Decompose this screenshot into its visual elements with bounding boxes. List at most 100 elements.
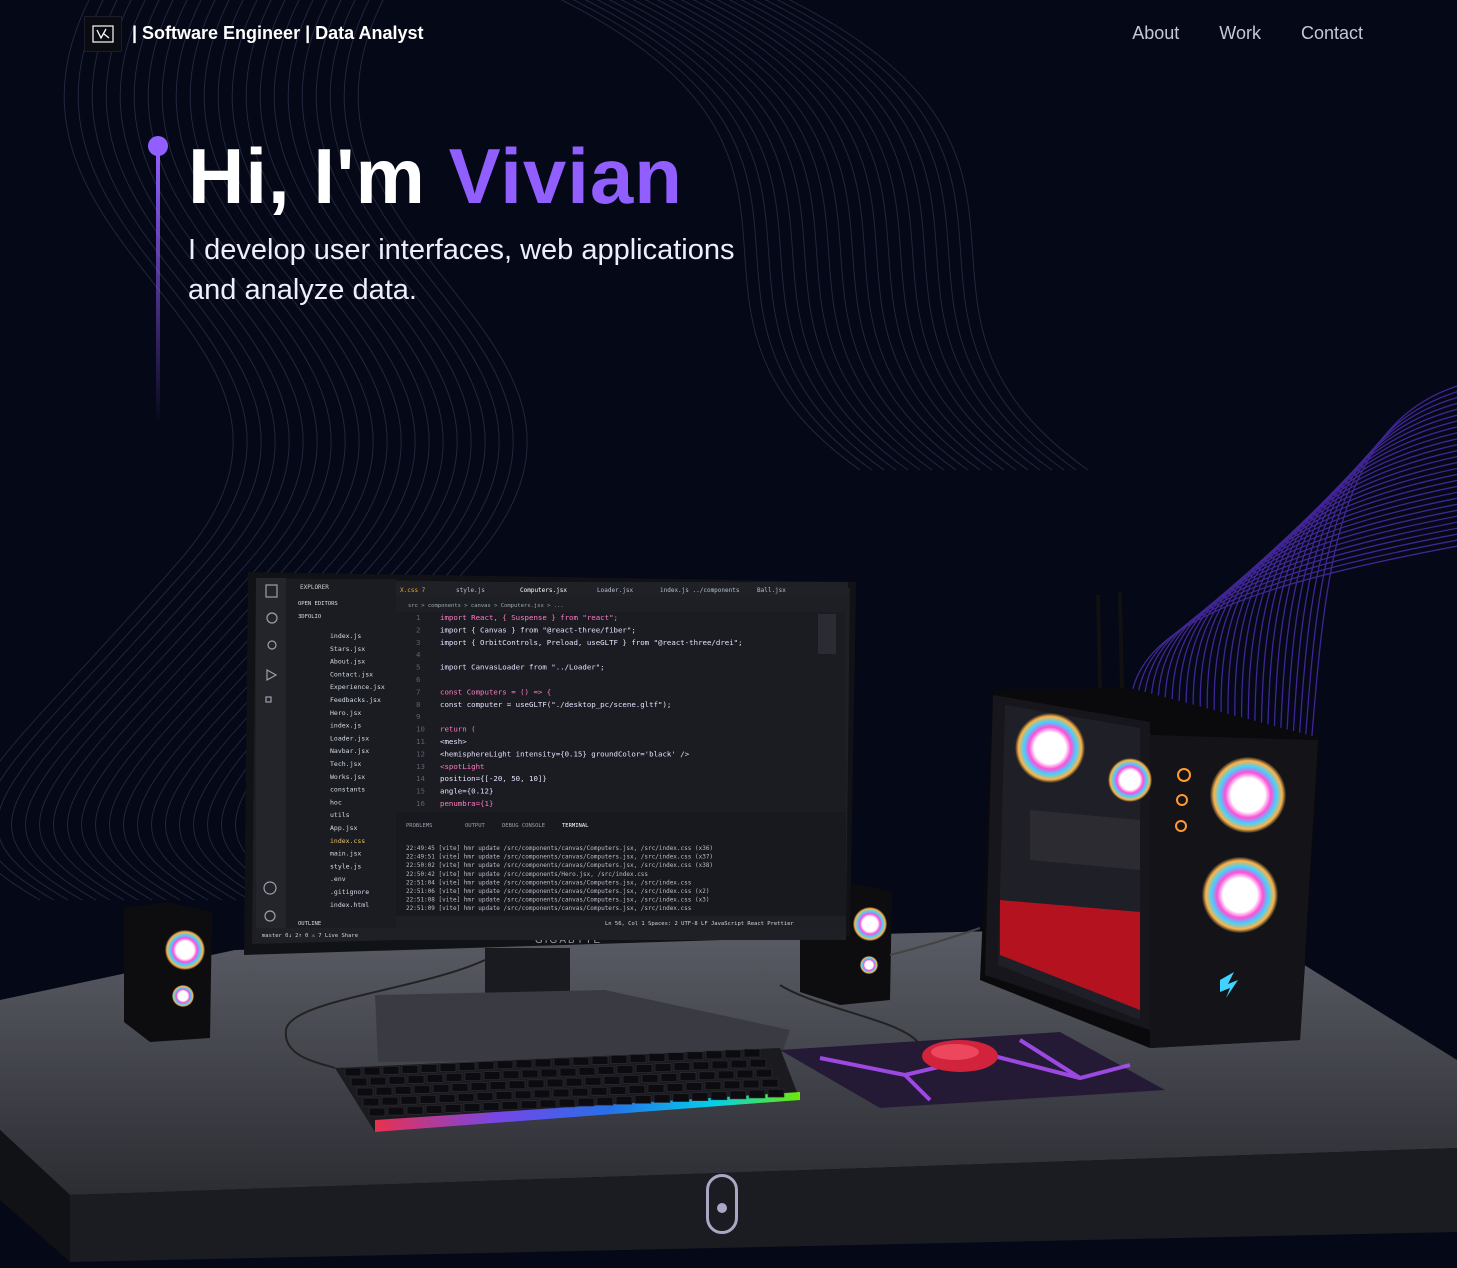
keyboard-key <box>457 1093 475 1102</box>
desktop-pc-3d-canvas[interactable]: GIGABYTE EXPLORER OPEN EDITORS 3DFOLIO i… <box>0 560 1457 1268</box>
keyboard-key <box>419 1095 437 1104</box>
brand-title[interactable]: | Software Engineer | Data Analyst <box>132 23 423 44</box>
keyboard-key <box>629 1054 647 1063</box>
file-item: index.html <box>330 901 369 909</box>
editor-tab: index.js ../components <box>660 587 740 594</box>
code-line: <mesh> <box>440 737 467 746</box>
editor-tab: Ball.jsx <box>757 587 786 594</box>
keyboard-key <box>597 1066 615 1075</box>
file-item: Stars.jsx <box>330 645 365 653</box>
keyboard-key <box>401 1065 419 1074</box>
keyboard-key <box>420 1064 438 1073</box>
speaker-rgb-ring-icon <box>165 930 205 970</box>
code-editor-screen: EXPLORER OPEN EDITORS 3DFOLIO index.js St… <box>256 578 848 940</box>
terminal-line: 22:50:42 [vite] hmr update /src/componen… <box>406 871 648 878</box>
keyboard-key <box>584 1076 602 1086</box>
keyboard-key <box>667 1052 685 1061</box>
hero-accent-dot <box>148 136 168 156</box>
keyboard-key <box>705 1050 723 1060</box>
keyboard-key <box>400 1095 418 1105</box>
line-number: 11 <box>416 737 425 746</box>
line-number: 12 <box>416 749 425 758</box>
code-line: import { Canvas } from "@react-three/fib… <box>440 625 636 634</box>
keyboard-key <box>641 1074 659 1083</box>
line-number: 14 <box>416 774 425 783</box>
keyboard-key <box>552 1088 570 1098</box>
status-bar-left: master 0↓ 2↑ 0 ⚠ 7 Live Share <box>262 933 358 939</box>
line-number: 13 <box>416 762 425 771</box>
keyboard-key <box>387 1106 405 1116</box>
keyboard-key <box>710 1091 728 1101</box>
panel-tab: TERMINAL <box>562 823 589 829</box>
keyboard-key <box>520 1100 538 1110</box>
keyboard-key <box>685 1082 703 1091</box>
keyboard-key <box>672 1093 690 1102</box>
keyboard-key <box>362 1097 380 1107</box>
keyboard-key <box>527 1079 545 1089</box>
keyboard-key <box>432 1084 450 1093</box>
keyboard-key <box>558 1098 576 1108</box>
keyboard-key <box>546 1078 564 1088</box>
keyboard-key <box>743 1048 761 1058</box>
nav-link-contact[interactable]: Contact <box>1301 23 1363 44</box>
keyboard-key <box>344 1067 362 1077</box>
outline-label: OUTLINE <box>298 921 321 927</box>
keyboard-key <box>742 1079 760 1089</box>
hero-accent-line <box>156 154 160 424</box>
hero-subtitle-line1: I develop user interfaces, web applicati… <box>188 234 735 266</box>
nav-link-about[interactable]: About <box>1132 23 1179 44</box>
keyboard-key <box>673 1062 691 1071</box>
line-number: 2 <box>416 625 420 634</box>
line-number: 16 <box>416 799 425 808</box>
vk-monogram-logo[interactable] <box>84 16 122 52</box>
keyboard-key <box>539 1099 557 1109</box>
keyboard-key <box>761 1078 779 1088</box>
code-line: return ( <box>440 725 476 734</box>
keyboard-key <box>730 1059 748 1069</box>
editor-tab: X.css 7 <box>400 587 426 594</box>
keyboard-key <box>445 1073 463 1082</box>
keyboard-key <box>495 1091 513 1100</box>
keyboard-key <box>717 1070 735 1080</box>
keyboard-key <box>577 1097 595 1107</box>
keyboard-key <box>496 1060 514 1070</box>
keyboard-key <box>686 1051 704 1061</box>
nav-link-work[interactable]: Work <box>1219 23 1261 44</box>
file-item: Navbar.jsx <box>330 747 369 755</box>
editor-tab: style.js <box>456 587 485 594</box>
keyboard-key <box>425 1105 443 1114</box>
keyboard-key <box>616 1065 634 1074</box>
file-item: Experience.jsx <box>330 683 385 691</box>
code-line: const Computers = () => { <box>440 687 551 696</box>
file-item: Tech.jsx <box>330 760 361 768</box>
keyboard-key <box>382 1065 400 1075</box>
hero-subtitle-line2: and analyze data. <box>188 274 417 306</box>
keyboard-key <box>514 1090 532 1100</box>
code-line: angle={0.12} <box>440 787 493 796</box>
file-item: constants <box>330 786 365 794</box>
keyboard-key <box>394 1085 412 1095</box>
keyboard-key <box>533 1089 551 1099</box>
keyboard-key <box>691 1092 709 1101</box>
line-number: 8 <box>416 700 420 709</box>
keyboard-key <box>755 1068 773 1078</box>
keyboard-key <box>559 1067 577 1077</box>
keyboard-key <box>704 1081 722 1091</box>
keyboard-key <box>438 1094 456 1103</box>
panel-tab: PROBLEMS <box>406 823 433 829</box>
file-item: index.css <box>330 837 365 845</box>
file-item: Feedbacks.jsx <box>330 696 381 704</box>
keyboard-key <box>729 1090 747 1100</box>
line-number: 10 <box>416 725 425 734</box>
file-item: Contact.jsx <box>330 670 373 678</box>
keyboard-key <box>477 1061 495 1070</box>
panel-tab: DEBUG CONSOLE <box>502 823 545 829</box>
scroll-down-indicator[interactable] <box>706 1174 738 1234</box>
keyboard-key <box>572 1056 590 1066</box>
speaker-rgb-small-icon <box>172 985 194 1007</box>
file-item: About.jsx <box>330 658 365 666</box>
code-line: const computer = useGLTF("./desktop_pc/s… <box>440 700 671 709</box>
file-item: .gitignore <box>330 888 369 896</box>
keyboard-key <box>375 1086 393 1096</box>
keyboard-key <box>369 1076 387 1086</box>
